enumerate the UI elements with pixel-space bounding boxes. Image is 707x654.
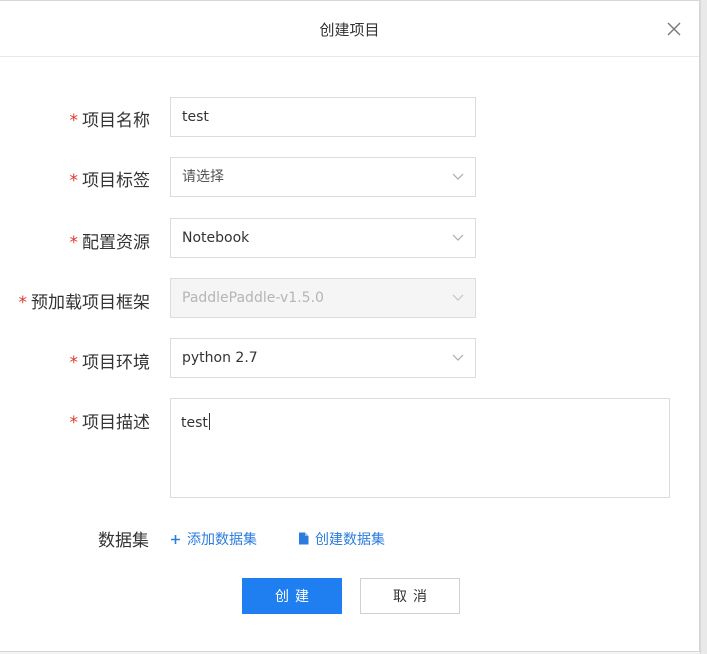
description-label: * 项目描述 — [69, 413, 151, 433]
description-textarea[interactable]: test — [170, 398, 670, 498]
framework-select[interactable]: PaddlePaddle-v1.5.0 — [170, 278, 476, 318]
description-value: test — [181, 415, 208, 431]
resource-value: Notebook — [182, 230, 250, 246]
dataset-label: 数据集 — [98, 531, 149, 551]
project-tag-placeholder: 请选择 — [182, 169, 224, 185]
close-button[interactable] — [664, 19, 684, 39]
create-project-dialog: 创建项目 * 项目名称 test * 项目标签 请选择 * 配置资源 Noteb… — [0, 0, 700, 652]
required-mark: * — [69, 353, 79, 373]
environment-select[interactable]: python 2.7 — [170, 338, 476, 378]
create-dataset-link[interactable]: 创建数据集 — [298, 529, 385, 549]
backdrop-edge — [700, 0, 707, 654]
required-mark: * — [69, 233, 79, 253]
required-mark: * — [69, 111, 79, 131]
resource-select[interactable]: Notebook — [170, 218, 476, 258]
dialog-title: 创建项目 — [319, 21, 380, 39]
required-mark: * — [18, 293, 28, 313]
project-tag-select[interactable]: 请选择 — [170, 157, 476, 197]
resource-label: * 配置资源 — [69, 233, 151, 253]
project-name-label: * 项目名称 — [69, 111, 151, 131]
plus-icon — [171, 535, 180, 544]
file-icon — [299, 532, 309, 545]
framework-label: * 预加载项目框架 — [18, 293, 151, 313]
add-dataset-link[interactable]: 添加数据集 — [170, 529, 257, 549]
environment-value: python 2.7 — [182, 350, 258, 366]
required-mark: * — [69, 413, 79, 433]
create-button[interactable]: 创建 — [242, 578, 342, 614]
project-name-input[interactable]: test — [170, 97, 476, 137]
chevron-down-icon — [452, 294, 464, 301]
environment-label: * 项目环境 — [69, 353, 151, 373]
close-icon — [667, 22, 681, 36]
project-name-value: test — [182, 109, 209, 125]
dialog-header: 创建项目 — [0, 1, 699, 57]
chevron-down-icon — [452, 354, 464, 361]
cancel-button[interactable]: 取消 — [360, 578, 460, 614]
text-caret — [208, 413, 210, 430]
required-mark: * — [69, 171, 79, 191]
chevron-down-icon — [452, 173, 464, 180]
framework-value: PaddlePaddle-v1.5.0 — [182, 290, 324, 306]
chevron-down-icon — [452, 234, 464, 241]
project-tag-label: * 项目标签 — [69, 171, 151, 191]
